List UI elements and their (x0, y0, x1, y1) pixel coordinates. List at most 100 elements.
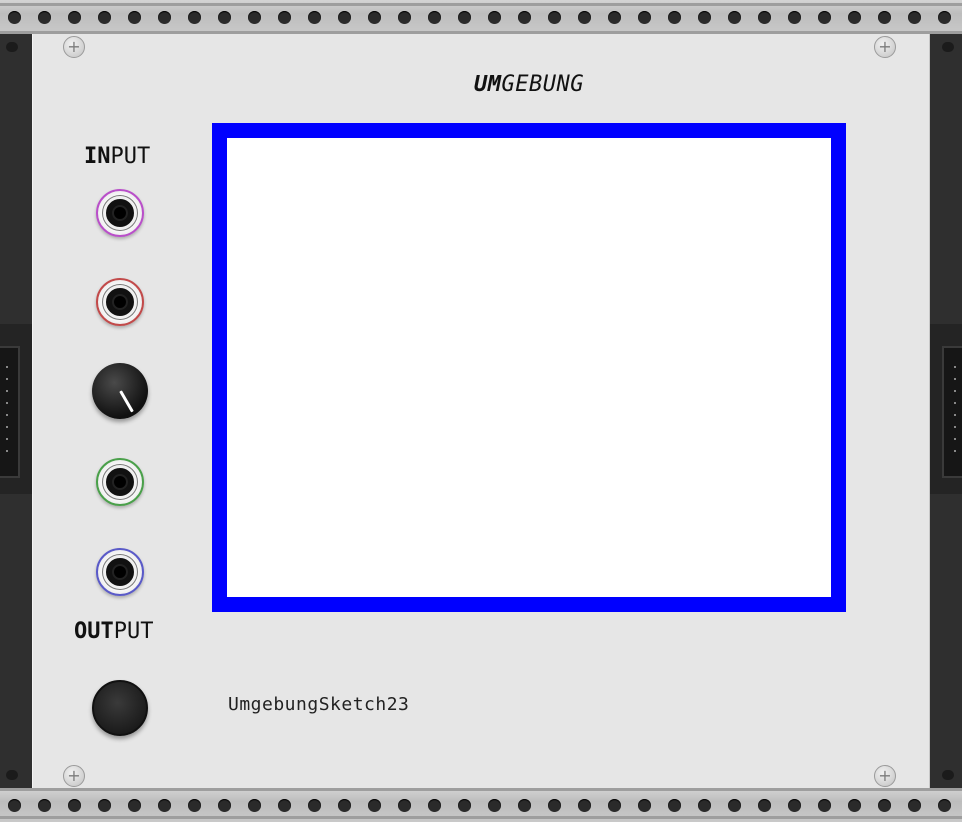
rail-hole (488, 11, 501, 24)
output-button[interactable] (92, 680, 148, 736)
knob-pointer (119, 390, 134, 413)
rail-hole (188, 11, 201, 24)
rail-hole (818, 799, 831, 812)
input-jack-1[interactable] (96, 189, 144, 237)
rail-hole (128, 799, 141, 812)
jack-socket-icon (103, 465, 137, 499)
left-neighbor-module (0, 34, 32, 788)
rail-hole (6, 770, 18, 780)
rail-hole (308, 799, 321, 812)
rail-hole (8, 799, 21, 812)
output-label: OUTPUT (74, 619, 154, 644)
rail-hole (788, 799, 801, 812)
rail-edge (0, 788, 962, 791)
rail-hole (458, 11, 471, 24)
rail-hole (698, 11, 711, 24)
rail-hole (8, 11, 21, 24)
rail-hole (38, 799, 51, 812)
rail-hole (758, 11, 771, 24)
rail-hole (428, 799, 441, 812)
ribbon-connector (942, 346, 962, 478)
rail-hole (638, 11, 651, 24)
rail-hole (428, 11, 441, 24)
rail-hole (818, 11, 831, 24)
rail-hole (218, 11, 231, 24)
plus-screw-icon: + (63, 36, 85, 58)
rail-hole (938, 799, 951, 812)
umgebung-module-panel: + + + + UMGEBUNG INPUT OUTPUT UmgebungSk… (32, 34, 930, 788)
sketch-name-label: UmgebungSketch23 (228, 694, 410, 715)
plus-screw-icon: + (874, 36, 896, 58)
rail-hole (638, 799, 651, 812)
rail-hole (158, 799, 171, 812)
sketch-canvas[interactable] (227, 138, 831, 597)
input-jack-3[interactable] (96, 458, 144, 506)
rail-hole (368, 799, 381, 812)
plus-screw-icon: + (63, 765, 85, 787)
rail-hole (908, 799, 921, 812)
rail-hole (668, 11, 681, 24)
rail-hole (158, 11, 171, 24)
rail-holes (0, 799, 962, 813)
rail-hole (608, 11, 621, 24)
rail-hole (308, 11, 321, 24)
connector-pins (6, 366, 8, 462)
rail-hole (338, 11, 351, 24)
rail-hole (128, 11, 141, 24)
rail-hole (68, 11, 81, 24)
jack-socket-icon (103, 555, 137, 589)
rail-hole (788, 11, 801, 24)
rail-hole (878, 11, 891, 24)
rail-hole (248, 799, 261, 812)
rail-edge (0, 816, 962, 819)
rail-hole (278, 799, 291, 812)
title-bold: UM (474, 72, 502, 97)
ribbon-connector (0, 346, 20, 478)
knob-icon[interactable] (92, 363, 148, 419)
rail-hole (248, 11, 261, 24)
rail-hole (518, 11, 531, 24)
rail-hole (608, 799, 621, 812)
rail-hole (98, 11, 111, 24)
rail-hole (908, 11, 921, 24)
rail-edge (0, 3, 962, 6)
plus-screw-icon: + (874, 765, 896, 787)
rail-hole (698, 799, 711, 812)
rail-hole (6, 42, 18, 52)
rail-hole (368, 11, 381, 24)
rail-hole (98, 799, 111, 812)
bottom-rail (0, 788, 962, 822)
connector-pins (954, 366, 956, 462)
rail-hole (668, 799, 681, 812)
rail-hole (68, 799, 81, 812)
jack-socket-icon (103, 196, 137, 230)
rail-hole (188, 799, 201, 812)
top-rail (0, 0, 962, 34)
input-jack-4[interactable] (96, 548, 144, 596)
rail-hole (278, 11, 291, 24)
output-label-rest: PUT (113, 619, 154, 644)
rail-hole (338, 799, 351, 812)
jack-socket-icon (103, 285, 137, 319)
rail-hole (942, 770, 954, 780)
rail-hole (548, 11, 561, 24)
rail-hole (758, 799, 771, 812)
rail-hole (938, 11, 951, 24)
rail-hole (578, 799, 591, 812)
rail-hole (728, 11, 741, 24)
input-jack-2[interactable] (96, 278, 144, 326)
sketch-display[interactable] (212, 123, 846, 612)
right-neighbor-module (930, 34, 962, 788)
rail-hole (488, 799, 501, 812)
rail-hole (728, 799, 741, 812)
rail-hole (518, 799, 531, 812)
input-label-rest: PUT (110, 144, 151, 169)
output-label-bold: OUT (74, 619, 114, 644)
rail-hole (848, 11, 861, 24)
rail-hole (548, 799, 561, 812)
rail-hole (578, 11, 591, 24)
rail-hole (398, 799, 411, 812)
title-rest: GEBUNG (501, 72, 584, 97)
input-label-bold: IN (84, 144, 111, 169)
rail-hole (878, 799, 891, 812)
